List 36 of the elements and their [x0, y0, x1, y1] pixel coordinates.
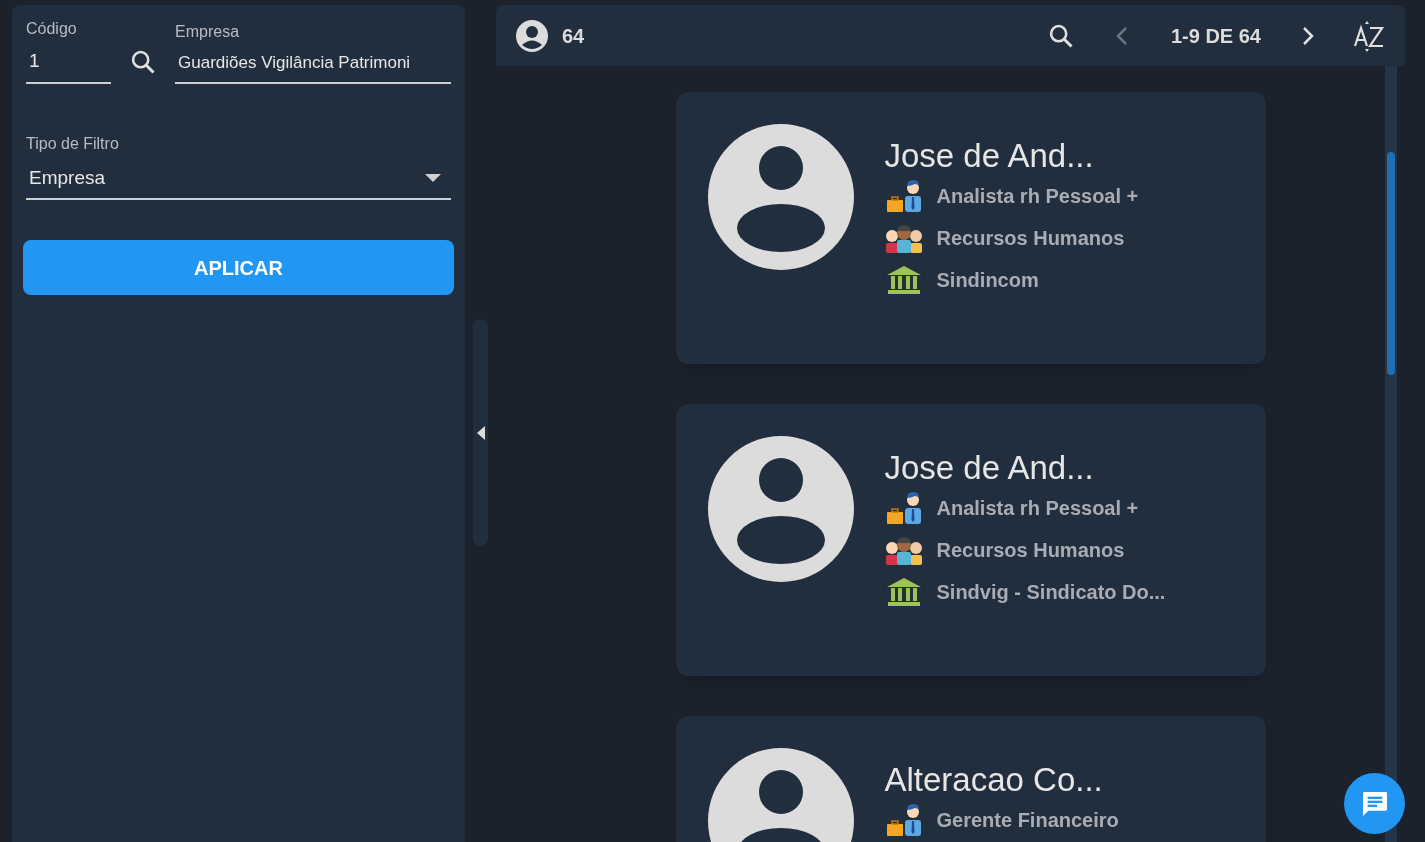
- worker-with-briefcase-icon: [884, 178, 923, 214]
- code-field[interactable]: 1: [26, 47, 111, 84]
- chat-button[interactable]: [1344, 773, 1405, 834]
- field-label: Tipo de Filtro: [26, 133, 120, 154]
- detail-text: Gerente Financeiro: [936, 808, 1119, 833]
- worker-with-briefcase-icon: [884, 490, 923, 526]
- account-icon: [516, 19, 548, 52]
- group-of-people-icon: [884, 535, 923, 565]
- group-of-people-icon: [884, 223, 923, 253]
- worker-with-briefcase-icon: [884, 802, 923, 838]
- next-page-icon[interactable]: [1301, 25, 1315, 46]
- avatar-placeholder-icon: [707, 124, 854, 270]
- person-card[interactable]: Alteracao Co... Gerente Financeiro: [675, 716, 1266, 842]
- sort-alphabetical-icon[interactable]: [1353, 19, 1385, 52]
- result-count: 64: [562, 23, 585, 49]
- detail-text: Sindincom: [936, 268, 1039, 293]
- filter-type-select[interactable]: Empresa: [26, 163, 451, 200]
- detail-text: Sindvig - Sindicato Do...: [936, 580, 1166, 605]
- person-name: Alteracao Co...: [884, 760, 1104, 800]
- dropdown-caret-icon: [425, 173, 441, 182]
- collapse-arrow-icon: [476, 425, 485, 440]
- field-label: Empresa: [175, 22, 241, 42]
- field-label: Código: [26, 19, 78, 39]
- person-name: Jose de And...: [884, 448, 1095, 488]
- detail-text: Recursos Humanos: [936, 538, 1125, 563]
- person-card[interactable]: Jose de And... Analista rh Pessoal + Recursos Humanos Sindincom: [675, 92, 1266, 364]
- scrollbar[interactable]: [1385, 66, 1397, 842]
- person-card[interactable]: Jose de And... Analista rh Pessoal + Recursos Humanos Sindvig - Sindicato Do...: [675, 404, 1266, 676]
- detail-text: Recursos Humanos: [936, 226, 1125, 251]
- detail-text: Analista rh Pessoal +: [936, 184, 1139, 209]
- company-field[interactable]: Guardiões Vigilância Patrimoni: [175, 50, 451, 84]
- collapse-handle[interactable]: [473, 319, 488, 546]
- detail-text: Analista rh Pessoal +: [936, 496, 1139, 521]
- person-name: Jose de And...: [884, 136, 1095, 176]
- page-range: 1-9 DE 64: [1170, 23, 1261, 49]
- avatar-placeholder-icon: [707, 436, 854, 582]
